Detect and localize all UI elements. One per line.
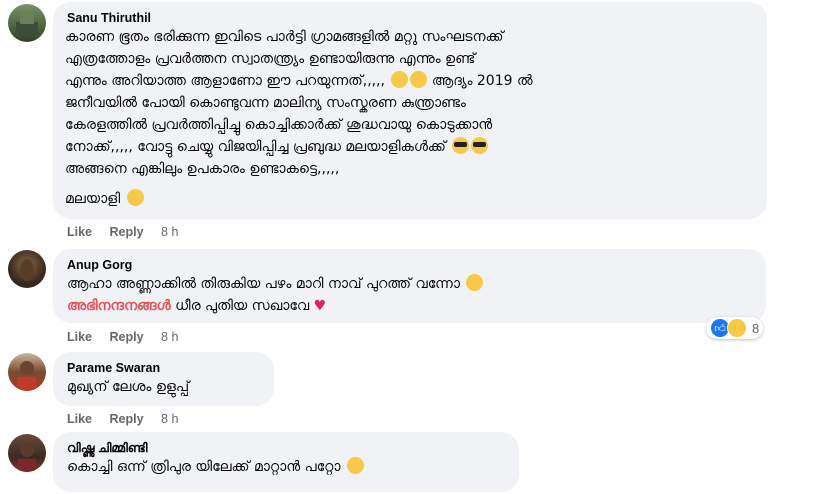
avatar-image-icon (16, 14, 38, 36)
reaction-count: 8 (752, 320, 760, 336)
comment-text: ആദ്യം 2019 ൽ (427, 73, 533, 89)
avatar[interactable] (8, 4, 46, 42)
comment-text: കൊച്ചി ഒന്ന് ത്രിപുര യിലേക്ക് മാറ്റാൻ പറ… (67, 459, 345, 475)
avatar-image-icon (20, 259, 34, 281)
comment-actions: Like Reply 8 h (67, 412, 192, 426)
comment-text-line: ആഹാ അണ്ണാക്കിൽ തിരുകിയ പഴം മാറി നാവ് പുറ… (67, 273, 754, 295)
comment-text-line: എത്രത്തോളം പ്രവർത്തന സ്വാതന്ത്ര്യം ഉണ്ടാ… (65, 51, 476, 67)
comment-text: നോക്ക്,,,,, വോട്ടു ചെയ്യു വിജയിപ്പിച്ച പ… (65, 139, 451, 155)
comment-timestamp[interactable]: 8 h (161, 412, 178, 426)
comment-text-line: മുഖ്യന് ലേശം ഉളുപ്പ് (67, 379, 190, 395)
laughing-emoji-icon (126, 189, 144, 206)
like-button[interactable]: Like (67, 330, 92, 344)
comment-author[interactable]: Anup Gorg (67, 257, 754, 273)
avatar[interactable] (8, 434, 46, 472)
comment-author[interactable]: Parame Swaran (67, 360, 262, 376)
smile-emoji-icon (391, 71, 409, 88)
comment-text: മലയാളി (65, 191, 125, 207)
comment-bubble: വിഷ്ണു ചിമ്മിണ്ടി കൊച്ചി ഒന്ന് ത്രിപുര യ… (53, 432, 519, 492)
comment-bubble: Sanu Thiruthil കാരണ ഭൂതം ഭരിക്കുന്ന ഇവിട… (53, 2, 767, 219)
comment-text-line: അങ്ങനെ എങ്കിലും ഉപകാരം ഉണ്ടാകട്ടെ,,,,, (65, 161, 340, 177)
comment-timestamp[interactable]: 8 h (161, 330, 178, 344)
comment-text: ആഹാ അണ്ണാക്കിൽ തിരുകിയ പഴം മാറി നാവ് പുറ… (67, 276, 465, 292)
smile-emoji-icon (346, 457, 364, 474)
comment-text-line: മലയാളി (65, 188, 755, 210)
comment-timestamp[interactable]: 8 h (161, 225, 178, 239)
comment-text-line: കൊച്ചി ഒന്ന് ത്രിപുര യിലേക്ക് മാറ്റാൻ പറ… (67, 456, 507, 478)
comment-text-line: അഭിനന്ദനങ്ങൾ ധീര പുതിയ സഖാവേ ♥ (67, 295, 754, 317)
comment-text-line: കാരണ ഭൂതം ഭരിക്കുന്ന ഇവിടെ പാർട്ടി ഗ്രാമ… (65, 29, 504, 45)
comment-text: എന്നും അറിയാത്ത ആളാണോ ഈ പറയുന്നത്,,,,, (65, 73, 390, 89)
smile-emoji-icon (410, 71, 428, 88)
like-button[interactable]: Like (67, 225, 92, 239)
avatar-image-icon (18, 443, 36, 472)
comment-author[interactable]: Sanu Thiruthil (67, 10, 755, 26)
reply-button[interactable]: Reply (110, 225, 144, 239)
comment-actions: Like Reply 8 h (67, 225, 192, 239)
comment-text-line: കേരളത്തിൽ പ്രവർത്തിപ്പിച്ചു കൊച്ചിക്കാർക… (65, 117, 493, 133)
like-button[interactable]: Like (67, 412, 92, 426)
reaction-summary[interactable]: 👍︎ 8 (706, 317, 764, 339)
highlighted-text: അഭിനന്ദനങ്ങൾ (67, 298, 171, 314)
comment-bubble: Parame Swaran മുഖ്യന് ലേശം ഉളുപ്പ് (53, 352, 274, 406)
comment-text-line: നോക്ക്,,,,, വോട്ടു ചെയ്യു വിജയിപ്പിച്ച പ… (65, 136, 755, 158)
avatar[interactable] (8, 250, 46, 288)
reply-button[interactable]: Reply (110, 412, 144, 426)
avatar-image-icon (18, 361, 36, 391)
sunglasses-emoji-icon (471, 137, 489, 154)
comment-author[interactable]: വിഷ്ണു ചിമ്മിണ്ടി (67, 440, 507, 456)
haha-reaction-icon (727, 318, 747, 338)
comment-text-line: എന്നും അറിയാത്ത ആളാണോ ഈ പറയുന്നത്,,,,, ആ… (65, 70, 755, 92)
reply-button[interactable]: Reply (110, 330, 144, 344)
heart-icon: ♥ (313, 298, 327, 314)
heart-eyes-emoji-icon (466, 274, 484, 291)
avatar[interactable] (8, 353, 46, 391)
comment-bubble: Anup Gorg ആഹാ അണ്ണാക്കിൽ തിരുകിയ പഴം മാറ… (53, 249, 766, 323)
comment-actions: Like Reply 8 h (67, 330, 192, 344)
comment-text-line: ജനീവയിൽ പോയി കൊണ്ടുവന്ന മാലിന്യ സംസ്കരണ … (65, 95, 466, 111)
sunglasses-emoji-icon (452, 137, 470, 154)
comment-text: ധീര പുതിയ സഖാവേ (170, 298, 314, 314)
